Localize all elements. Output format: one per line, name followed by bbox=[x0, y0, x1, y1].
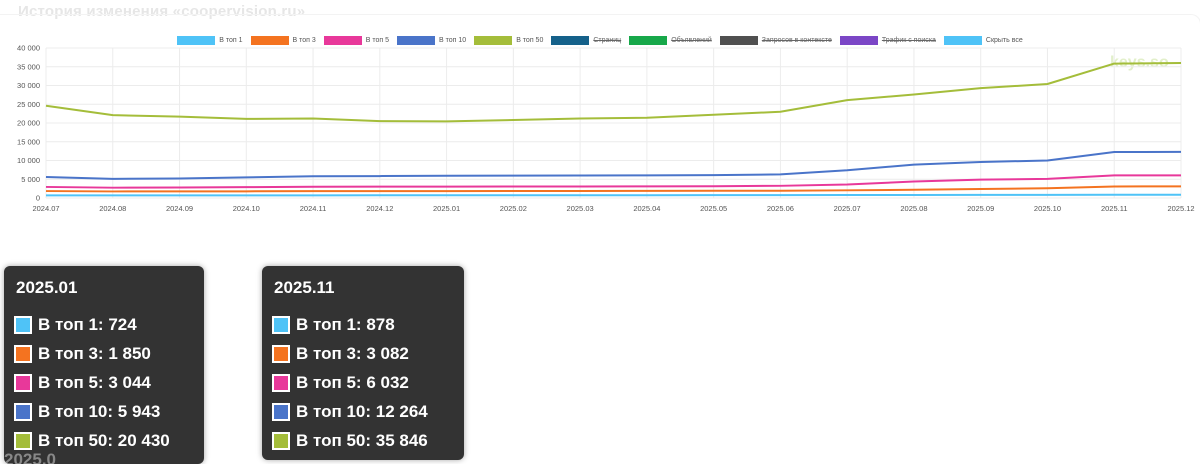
tooltip-title: 2025.01 bbox=[16, 278, 78, 297]
tooltip-row-label: В топ 1: 724 bbox=[38, 314, 137, 334]
tooltip-row-label: В топ 5: 6 032 bbox=[296, 372, 409, 392]
tooltip-row-label: В топ 50: 20 430 bbox=[38, 430, 170, 450]
tooltip-row: В топ 1: 878 bbox=[272, 310, 464, 339]
x-tick-label: 2024.07 bbox=[32, 204, 59, 213]
tooltip-row: В топ 3: 3 082 bbox=[272, 339, 464, 368]
x-tick-label: 2025.02 bbox=[500, 204, 527, 213]
y-tick-label: 25 000 bbox=[17, 100, 40, 109]
x-tick-label: 2025.07 bbox=[834, 204, 861, 213]
x-tick-label: 2024.08 bbox=[99, 204, 126, 213]
tooltip-row: В топ 3: 1 850 bbox=[14, 339, 204, 368]
x-tick-label: 2025.04 bbox=[633, 204, 660, 213]
tooltip-row: В топ 50: 35 846 bbox=[272, 426, 464, 455]
tooltip-title: 2025.11 bbox=[274, 278, 335, 297]
tooltip-swatch bbox=[272, 373, 290, 392]
tooltip-swatch bbox=[272, 344, 290, 363]
x-tick-label: 2025.06 bbox=[767, 204, 794, 213]
y-tick-label: 20 000 bbox=[17, 119, 40, 128]
tooltip-row-label: В топ 50: 35 846 bbox=[296, 430, 428, 450]
x-tick-label: 2025.08 bbox=[900, 204, 927, 213]
tooltip-swatch bbox=[272, 315, 290, 334]
y-tick-label: 10 000 bbox=[17, 156, 40, 165]
tooltip-2025-11: 2025.11 В топ 1: 878 В топ 3: 3 082 В топ … bbox=[262, 266, 464, 460]
tooltip-row-label: В топ 10: 5 943 bbox=[38, 401, 161, 421]
tooltip-rows: В топ 1: 878 В топ 3: 3 082 В топ 5: 6 032… bbox=[272, 310, 464, 455]
tooltip-swatch bbox=[14, 402, 32, 421]
tooltip-row-label: В топ 5: 3 044 bbox=[38, 372, 151, 392]
y-tick-label: 40 000 bbox=[17, 44, 40, 53]
series-line bbox=[45, 62, 1182, 123]
tooltip-peek-label: 2025.0 bbox=[4, 450, 56, 464]
tooltip-rows: В топ 1: 724 В топ 3: 1 850 В топ 5: 3 044… bbox=[14, 310, 204, 455]
tooltip-row: В топ 5: 3 044 bbox=[14, 368, 204, 397]
tooltip-row: В топ 10: 12 264 bbox=[272, 397, 464, 426]
y-tick-label: 5 000 bbox=[21, 175, 40, 184]
x-tick-label: 2025.05 bbox=[700, 204, 727, 213]
history-line-chart: 0 5 000 10 000 15 000 20 000 25 000 30 000 35 0… bbox=[17, 44, 1195, 214]
x-tick-label: 2025.10 bbox=[1034, 204, 1061, 213]
tooltip-swatch bbox=[272, 402, 290, 421]
x-tick-label: 2025.09 bbox=[967, 204, 994, 213]
tooltip-row-label: В топ 10: 12 264 bbox=[296, 401, 428, 421]
series-line bbox=[46, 193, 1182, 197]
tooltip-row-label: В топ 3: 1 850 bbox=[38, 343, 151, 363]
tooltip-swatch bbox=[14, 431, 32, 450]
x-tick-label: 2024.11 bbox=[300, 204, 327, 213]
y-tick-label: 35 000 bbox=[17, 62, 40, 71]
tooltip-row: В топ 5: 6 032 bbox=[272, 368, 464, 397]
tooltip-swatch bbox=[14, 373, 32, 392]
x-tick-label: 2024.10 bbox=[233, 204, 260, 213]
x-tick-label: 2025.01 bbox=[433, 204, 460, 213]
series-line bbox=[45, 150, 1182, 180]
y-tick-label: 30 000 bbox=[17, 81, 40, 90]
x-tick-label: 2025.03 bbox=[567, 204, 594, 213]
x-tick-label: 2025.11 bbox=[1101, 204, 1128, 213]
y-tick-label: 0 bbox=[36, 194, 40, 203]
tooltip-swatch bbox=[272, 431, 290, 450]
x-tick-label: 2025.12 bbox=[1167, 204, 1194, 213]
x-tick-label: 2024.09 bbox=[166, 204, 193, 213]
tooltip-swatch bbox=[14, 344, 32, 363]
tooltip-row: В топ 1: 724 bbox=[14, 310, 204, 339]
tooltip-row-label: В топ 1: 878 bbox=[296, 314, 395, 334]
tooltip-swatch bbox=[14, 315, 32, 334]
tooltip-2025-01: 2025.01 В топ 1: 724 В топ 3: 1 850 В топ … bbox=[4, 266, 204, 464]
tooltip-row: В топ 10: 5 943 bbox=[14, 397, 204, 426]
y-tick-label: 15 000 bbox=[17, 137, 40, 146]
tooltip-row-label: В топ 3: 3 082 bbox=[296, 343, 409, 363]
x-tick-label: 2024.12 bbox=[366, 204, 393, 213]
